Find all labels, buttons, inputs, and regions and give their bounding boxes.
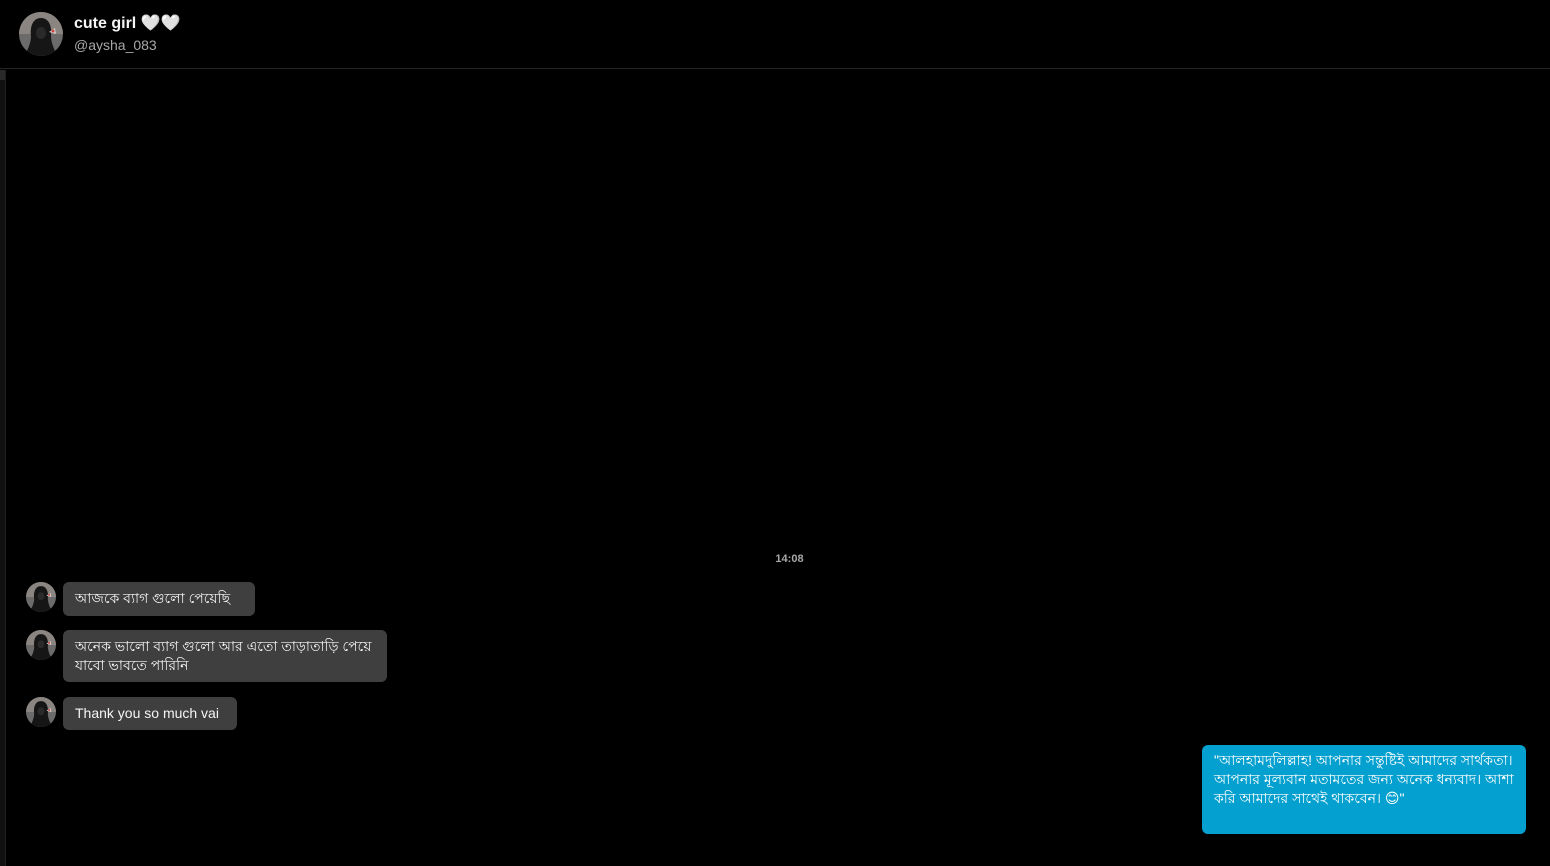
avatar-image <box>26 630 56 660</box>
message-avatar[interactable] <box>26 630 56 660</box>
message-avatar[interactable] <box>26 697 56 727</box>
avatar-image <box>26 697 56 727</box>
sidebar-edge <box>0 70 6 866</box>
message-text: "আলহামদুলিল্লাহ! আপনার সন্তুষ্টিই আমাদের… <box>1214 752 1514 806</box>
message-timestamp: 14:08 <box>775 553 804 565</box>
message-text: Thank you so much vai <box>75 705 219 721</box>
message-text: অনেক ভালো ব্যাগ গুলো আর এতো তাড়াতাড়ি প… <box>75 638 372 673</box>
avatar-image <box>19 12 63 56</box>
chat-header: cute girl 🤍🤍 @aysha_083 <box>0 0 1550 69</box>
incoming-message[interactable]: Thank you so much vai <box>63 697 237 730</box>
contact-name: cute girl 🤍🤍 <box>74 15 181 32</box>
incoming-message[interactable]: আজকে ব্যাগ গুলো পেয়েছি <box>63 582 255 616</box>
chat-window: cute girl 🤍🤍 @aysha_083 14:08 আজকে ব্যাগ… <box>0 0 1550 866</box>
message-avatar[interactable] <box>26 582 56 612</box>
sidebar-notch <box>0 70 5 80</box>
incoming-message[interactable]: অনেক ভালো ব্যাগ গুলো আর এতো তাড়াতাড়ি প… <box>63 630 387 682</box>
contact-username: @aysha_083 <box>74 37 157 53</box>
message-status-icon <box>1537 757 1547 760</box>
avatar-image <box>26 582 56 612</box>
profile-avatar[interactable] <box>19 12 63 56</box>
message-text: আজকে ব্যাগ গুলো পেয়েছি <box>75 590 231 606</box>
outgoing-message[interactable]: "আলহামদুলিল্লাহ! আপনার সন্তুষ্টিই আমাদের… <box>1202 745 1526 834</box>
